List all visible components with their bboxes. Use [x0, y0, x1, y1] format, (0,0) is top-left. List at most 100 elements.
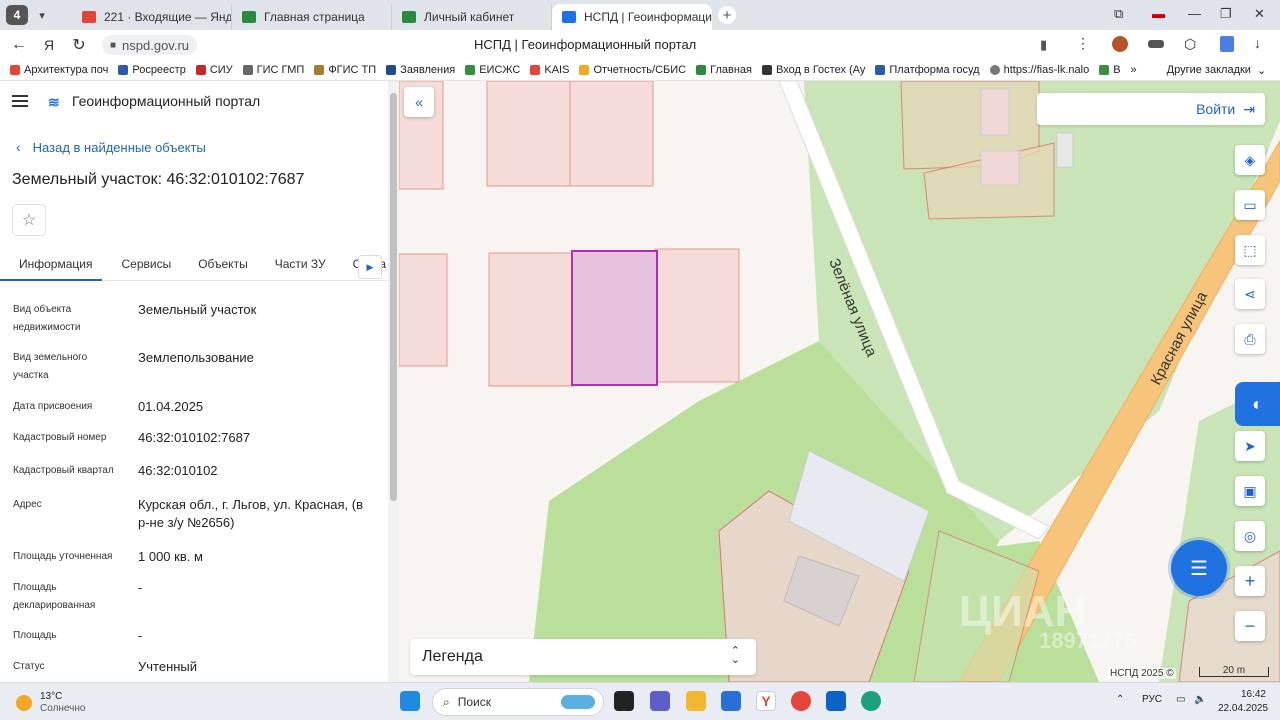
map-tool-flag-icon[interactable]: ◐ [1235, 382, 1280, 426]
tab-parts[interactable]: Части ЗУ [256, 251, 334, 281]
legend-label: Легенда [422, 648, 483, 665]
minimize-icon[interactable]: — [1188, 6, 1201, 21]
close-window-icon[interactable]: ✕ [1254, 6, 1265, 22]
bookmark-item[interactable]: В [1099, 64, 1121, 76]
tray-chevron-icon[interactable]: ⌃ [1116, 694, 1124, 705]
volume-icon[interactable]: 🔈 [1194, 694, 1206, 705]
tabs-scroll-right-icon[interactable]: ▶ [358, 255, 382, 279]
other-bookmarks[interactable]: Другие закладки ⌄ [1167, 64, 1267, 77]
extension-icon-2[interactable] [1148, 40, 1164, 48]
field-label: Площадь уточненная [13, 551, 113, 562]
bookmark-item[interactable]: ФГИС ТП [314, 64, 376, 76]
tab-services[interactable]: Сервисы [102, 251, 179, 281]
outlook-icon[interactable] [826, 691, 846, 711]
bookmark-item[interactable]: ГИС ГМП [242, 64, 304, 76]
extension-icon-3[interactable]: ⬡ [1184, 36, 1196, 53]
tab-label: Личный кабинет [424, 10, 515, 24]
browser-tab-nspd[interactable]: НСПД | Геоинформацио ✕ [552, 4, 712, 30]
new-tab-button[interactable]: + [718, 6, 736, 24]
chat-button[interactable]: ☰ [1171, 540, 1227, 596]
bookmarks-bar: Архитектура поч Росреестр СИУ ГИС ГМП ФГ… [0, 60, 1280, 81]
layers-button[interactable]: ◈ [1235, 145, 1265, 175]
edge-icon[interactable] [861, 691, 881, 711]
search-highlight-icon [561, 695, 595, 709]
minimap-button[interactable]: ▣ [1235, 476, 1265, 506]
collapse-panel-button[interactable]: « [404, 87, 434, 117]
weather-widget[interactable]: 13°C Солнечно [16, 691, 85, 715]
bookmark-item[interactable]: Главная [696, 64, 752, 76]
reload-icon[interactable]: ↻ [64, 35, 94, 55]
emblem-icon [314, 65, 325, 75]
language-indicator[interactable]: РУС [1142, 694, 1162, 705]
bookmark-item[interactable]: KAIS [530, 64, 569, 76]
tab-information[interactable]: Информация [0, 251, 103, 281]
bookmark-item[interactable]: Заявления [386, 64, 455, 76]
url-field[interactable]: ■ nspd.gov.ru [102, 35, 198, 55]
bookmark-item[interactable]: ЕИСЖС [465, 64, 520, 76]
bookmark-item[interactable]: Архитектура поч [10, 64, 108, 76]
panel-header: ≋ Геоинформационный портал [12, 93, 260, 110]
yandex-icon[interactable] [791, 691, 811, 711]
yandex-browser-icon[interactable]: Y [756, 691, 776, 711]
login-button[interactable]: Войти ⇥ [1037, 93, 1265, 125]
browser-tab-main[interactable]: Главная страница [232, 4, 392, 30]
bookmarks-more[interactable]: » [1131, 64, 1137, 76]
map-canvas[interactable]: Зелёная улица Красная улица ЦИАН 1897177… [399, 81, 1280, 682]
notifications-icon[interactable]: ▬ [1152, 6, 1165, 21]
zoom-in-button[interactable]: + [1235, 566, 1265, 596]
browser-tab-cabinet[interactable]: Личный кабинет [392, 4, 552, 30]
store-icon[interactable] [721, 691, 741, 711]
favorite-star-icon[interactable]: ☆ [12, 204, 46, 236]
field-row: Площадь декларированная - [13, 579, 383, 619]
back-to-results-link[interactable]: ‹ Назад в найденные объекты [16, 139, 206, 155]
bookmark-item[interactable]: Росреестр [118, 64, 186, 76]
select-area-button[interactable]: ⬚ [1235, 235, 1265, 265]
extension-icon-1[interactable] [1112, 36, 1128, 52]
yandex-icon[interactable]: Я [34, 37, 64, 53]
building [980, 88, 1010, 136]
taskbar-clock[interactable]: 16:42 22.04.2025 [1218, 688, 1268, 716]
bookmark-item[interactable]: https://fias-lk.nalo [989, 64, 1089, 76]
collections-icon[interactable]: ⧉ [1114, 6, 1123, 22]
chart-icon [465, 65, 476, 75]
downloads-icon[interactable]: ↓ [1254, 35, 1261, 51]
back-arrow-icon[interactable]: ← [4, 36, 34, 54]
emblem-icon [875, 65, 886, 75]
teams-icon[interactable] [650, 691, 670, 711]
expand-icon: ⌃ ⌄ [730, 645, 740, 666]
network-icon[interactable]: ▭ [1176, 694, 1185, 705]
search-location-button[interactable]: ◎ [1235, 521, 1265, 551]
tab-objects[interactable]: Объекты [179, 251, 256, 281]
menu-dots-icon[interactable]: ⋮ [1076, 35, 1090, 52]
ruler-button[interactable]: ▭ [1235, 190, 1265, 220]
zoom-out-button[interactable]: − [1235, 611, 1265, 641]
bookmark-icon[interactable]: ▮ [1040, 37, 1047, 53]
taskbar-search[interactable]: ⌕ Поиск [432, 688, 604, 716]
browser-tab-mail[interactable]: 221 · Входящие — Яндекс [72, 4, 232, 30]
tab-list-chevron-icon[interactable]: ▾ [32, 5, 52, 25]
maximize-icon[interactable]: ❐ [1220, 6, 1232, 22]
map-view[interactable]: Зелёная улица Красная улица ЦИАН 1897177… [399, 81, 1280, 682]
map-attribution: НСПД 2025 © [1108, 668, 1176, 679]
extension-icon-4[interactable] [1220, 36, 1234, 52]
field-row: Вид земельного участка Землепользование [13, 349, 383, 389]
menu-icon[interactable] [12, 95, 28, 107]
navigate-button[interactable]: ➤ [1235, 431, 1265, 461]
bookmark-item[interactable]: СИУ [195, 64, 233, 76]
tab-count-badge[interactable]: 4 [6, 5, 28, 25]
panel-scrollbar[interactable] [388, 81, 399, 682]
bookmark-item[interactable]: Платформа госуд [875, 64, 980, 76]
browser-tab-bar: 4 ▾ 221 · Входящие — Яндекс Главная стра… [0, 0, 1280, 30]
share-button[interactable]: ⋖ [1235, 279, 1265, 309]
field-label: Вид объекта недвижимости [13, 304, 81, 333]
building [1056, 132, 1074, 168]
task-view-icon[interactable] [614, 691, 634, 711]
legend-dropdown[interactable]: Легенда ⌃ ⌄ [410, 639, 756, 675]
explorer-icon[interactable] [686, 691, 706, 711]
search-icon: ⌕ [443, 694, 450, 709]
bookmark-item[interactable]: Вход в Гостех (Ау [761, 64, 865, 76]
print-button[interactable]: ⎙ [1235, 324, 1265, 354]
start-icon[interactable] [400, 691, 420, 711]
bookmark-item[interactable]: Отчетность/СБИС [579, 64, 686, 76]
scrollbar-thumb[interactable] [390, 93, 397, 501]
